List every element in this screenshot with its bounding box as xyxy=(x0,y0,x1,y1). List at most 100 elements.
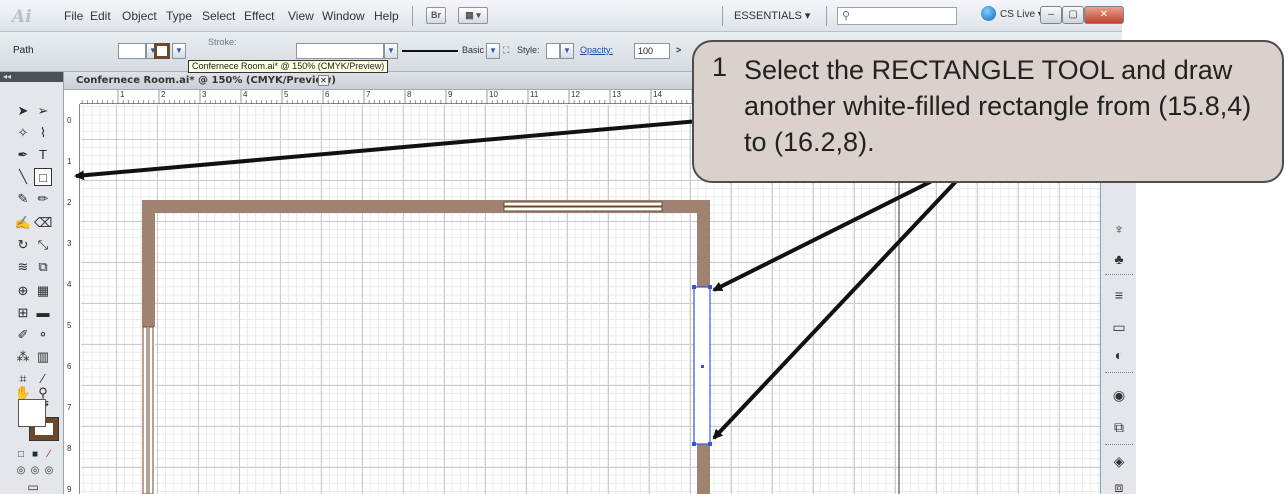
pencil-icon[interactable]: ✏ xyxy=(34,190,52,208)
ruler-number: 13 xyxy=(612,90,621,99)
step-instruction: Select the RECTANGLE TOOL and draw anoth… xyxy=(744,55,1252,157)
center-point xyxy=(701,365,704,368)
line-icon[interactable]: ╲ xyxy=(14,168,32,186)
menu-select[interactable]: Select xyxy=(202,9,235,23)
illustrator-logo: Ai xyxy=(12,7,32,27)
anchor-point[interactable] xyxy=(708,285,712,289)
more-options-icon[interactable]: > xyxy=(676,45,681,55)
magic-wand-icon[interactable]: ✧ xyxy=(14,124,32,142)
menu-edit[interactable]: Edit xyxy=(90,9,111,23)
rotate-icon[interactable]: ↻ xyxy=(14,236,32,254)
profile-chevron-icon[interactable]: ▼ xyxy=(384,43,398,59)
ruler-number: 11 xyxy=(530,90,539,99)
screen-mode-icon[interactable]: ▭ xyxy=(24,478,42,494)
blend-icon[interactable]: ⚬ xyxy=(34,326,52,344)
artboards-icon[interactable]: ⧈ xyxy=(1108,476,1130,494)
menu-effect[interactable]: Effect xyxy=(244,9,274,23)
mesh-icon[interactable]: ⊞ xyxy=(14,304,32,322)
vertical-ruler[interactable]: 0 1 2 3 4 5 6 7 8 9 xyxy=(64,104,80,494)
symbol-sprayer-icon[interactable]: ⁂ xyxy=(14,348,32,366)
style-chevron-icon[interactable]: ▼ xyxy=(560,43,574,59)
menu-file[interactable]: File xyxy=(64,9,83,23)
fill-color-picker[interactable] xyxy=(118,43,146,59)
type-icon[interactable]: T xyxy=(34,146,52,164)
stroke-dropdown-chevron-icon[interactable]: ▼ xyxy=(172,43,186,59)
gradient-panel-icon[interactable]: ▭ xyxy=(1108,316,1130,338)
ruler-number: 10 xyxy=(489,90,498,99)
free-transform-icon[interactable]: ⧉ xyxy=(34,258,52,276)
gradient-icon[interactable]: ▬ xyxy=(34,304,52,322)
document-tab-title: Confernece Room.ai* @ 150% (CMYK/Preview… xyxy=(76,75,336,86)
symbols-icon[interactable]: ♆ xyxy=(1108,218,1130,240)
direct-selection-icon[interactable]: ➢ xyxy=(34,102,52,120)
panel-separator xyxy=(1105,444,1133,446)
style-swatch[interactable] xyxy=(546,43,560,59)
opacity-link[interactable]: Opacity: xyxy=(580,45,613,55)
anchor-point[interactable] xyxy=(692,442,696,446)
transparency-icon[interactable]: ◐ xyxy=(1108,344,1130,366)
left-window-pane[interactable] xyxy=(148,326,154,494)
opacity-field[interactable]: 100 xyxy=(634,43,670,59)
rectangle-icon[interactable]: □ xyxy=(34,168,52,186)
shape-builder-icon[interactable]: ⊕ xyxy=(14,282,32,300)
eraser-icon[interactable]: ⌫ xyxy=(34,214,52,232)
ruler-number: 7 xyxy=(67,403,72,412)
menu-object[interactable]: Object xyxy=(122,9,157,23)
scale-icon[interactable]: ⤡ xyxy=(34,236,52,254)
perspective-icon[interactable]: ▦ xyxy=(34,282,52,300)
graphic-styles-icon[interactable]: ⧉ xyxy=(1108,416,1130,438)
brush-chevron-icon[interactable]: ▼ xyxy=(486,43,500,59)
cs-live-button[interactable]: CS Live ▾ xyxy=(1000,9,1043,20)
paintbrush-icon[interactable]: ✎ xyxy=(14,190,32,208)
ruler-number: 6 xyxy=(325,90,330,99)
ruler-number: 2 xyxy=(67,198,72,207)
top-window-pane[interactable] xyxy=(503,201,663,207)
anchor-point[interactable] xyxy=(692,285,696,289)
menu-view[interactable]: View xyxy=(288,9,314,23)
bridge-button[interactable]: Br xyxy=(426,7,446,24)
graph-icon[interactable]: ▥ xyxy=(34,348,52,366)
stroke-icon[interactable]: ≡ xyxy=(1108,284,1130,306)
eyedropper-icon[interactable]: ✐ xyxy=(14,326,32,344)
ruler-number: 4 xyxy=(67,280,72,289)
warp-icon[interactable]: ≋ xyxy=(14,258,32,276)
lasso-icon[interactable]: ⌇ xyxy=(34,124,52,142)
ruler-number: 8 xyxy=(67,444,72,453)
selection-type-label: Path xyxy=(13,45,34,56)
stroke-color-picker[interactable] xyxy=(154,43,170,59)
left-window-pane[interactable] xyxy=(142,326,148,494)
menu-type[interactable]: Type xyxy=(166,9,192,23)
ruler-number: 3 xyxy=(202,90,207,99)
minimize-button[interactable]: – xyxy=(1040,6,1062,24)
menu-bar: Ai File Edit Object Type Select Effect V… xyxy=(0,0,1124,32)
appearance-icon[interactable]: ◉ xyxy=(1108,384,1130,406)
workspace-switcher[interactable]: ESSENTIALS ▾ xyxy=(734,9,810,22)
arrange-documents-button[interactable]: ▦ ▾ xyxy=(458,7,488,24)
draw-inside-icon[interactable]: ◎ xyxy=(40,462,58,480)
pen-icon[interactable]: ✒ xyxy=(14,146,32,164)
instruction-callout: 1 Select the RECTANGLE TOOL and draw ano… xyxy=(692,40,1284,183)
selection-icon[interactable]: ➤ xyxy=(14,102,32,120)
menu-separator xyxy=(412,6,413,26)
layers-icon[interactable]: ◈ xyxy=(1108,450,1130,472)
ruler-number: 9 xyxy=(448,90,453,99)
tools-panel: ◂◂ ➤➢✧⌇✒T╲□✎✏✍⌫↻⤡≋⧉⊕▦⊞▬✐⚬⁂▥⌗⁄✋⚲ ⇆ □ ■ ⁄ … xyxy=(0,72,64,494)
brush-definition-label[interactable]: Basic xyxy=(462,45,484,55)
ruler-number: 5 xyxy=(284,90,289,99)
menu-help[interactable]: Help xyxy=(374,9,399,23)
tools-collapse-icon[interactable]: ◂◂ xyxy=(0,72,63,82)
close-button[interactable]: ✕ xyxy=(1084,6,1124,24)
fill-swatch[interactable] xyxy=(18,399,46,427)
ruler-number: 7 xyxy=(366,90,371,99)
search-input[interactable]: ⚲ xyxy=(837,7,957,25)
close-document-icon[interactable]: ✕ xyxy=(318,75,329,86)
menu-window[interactable]: Window xyxy=(322,9,365,23)
maximize-button[interactable]: ▢ xyxy=(1062,6,1084,24)
anchor-point[interactable] xyxy=(708,442,712,446)
clubs-icon[interactable]: ♣ xyxy=(1108,248,1130,270)
style-options-icon[interactable]: ⛶ xyxy=(503,45,509,56)
top-window-pane[interactable] xyxy=(503,206,663,212)
variable-width-profile[interactable] xyxy=(296,43,384,59)
blob-brush-icon[interactable]: ✍ xyxy=(14,214,32,232)
ruler-number: 6 xyxy=(67,362,72,371)
